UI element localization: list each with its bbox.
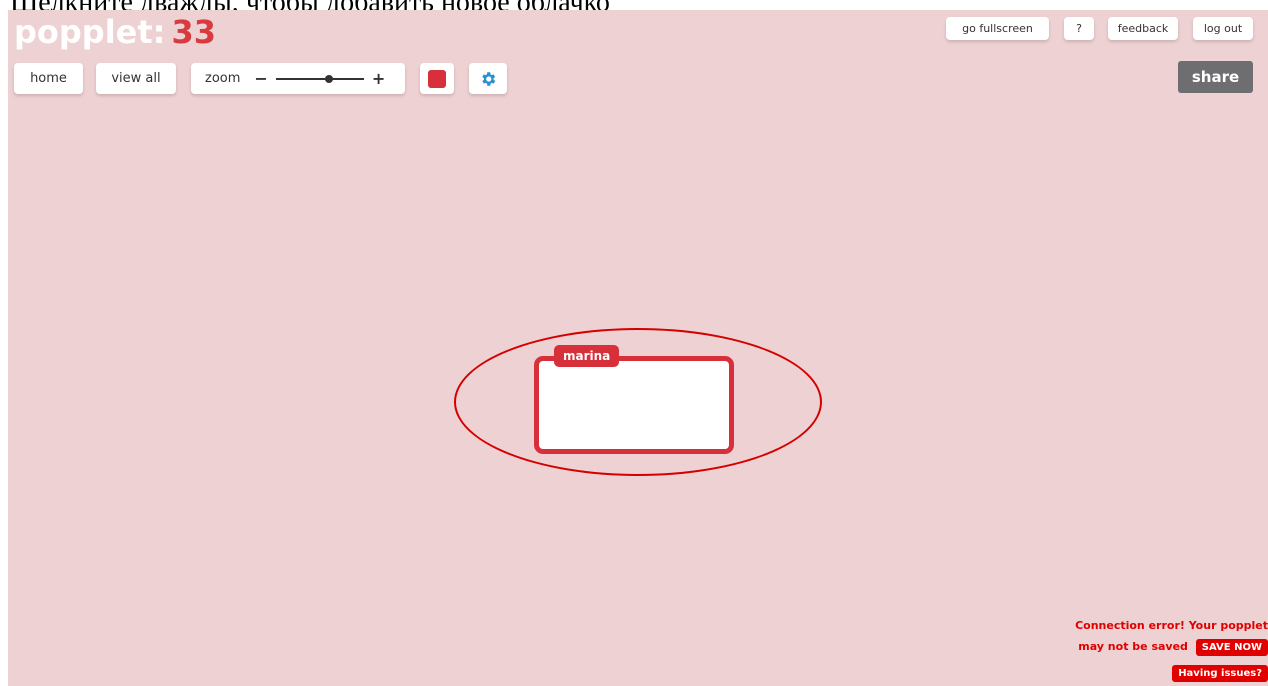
zoom-slider[interactable] — [275, 74, 364, 83]
zoom-label: zoom — [205, 71, 241, 86]
connection-error-text: Connection error! Your popplet — [1075, 619, 1268, 632]
logo-separator: : — [152, 13, 166, 51]
zoom-out-button[interactable]: − — [254, 69, 267, 88]
connection-error-text-2: may not be saved — [1078, 640, 1188, 653]
logo-name: popplet — [14, 13, 153, 51]
zoom-in-button[interactable]: + — [372, 69, 385, 88]
connection-error-row: may not be saved SAVE NOW — [1078, 639, 1268, 656]
settings-button[interactable] — [469, 63, 507, 94]
having-issues-button[interactable]: Having issues? — [1172, 665, 1268, 682]
gear-icon — [482, 71, 496, 86]
color-picker-button[interactable] — [420, 63, 454, 94]
go-fullscreen-button[interactable]: go fullscreen — [946, 17, 1049, 40]
home-button[interactable]: home — [14, 63, 83, 94]
popplet-canvas[interactable]: popplet: 33 go fullscreen ? feedback log … — [8, 10, 1268, 686]
popple-box[interactable] — [534, 356, 734, 454]
share-button[interactable]: share — [1178, 61, 1253, 93]
save-now-button[interactable]: SAVE NOW — [1195, 639, 1268, 656]
view-all-button[interactable]: view all — [96, 63, 176, 94]
popple-author-tag: marina — [554, 345, 620, 367]
popplet-logo: popplet: 33 — [14, 12, 216, 52]
zoom-slider-handle[interactable] — [324, 74, 333, 83]
help-button[interactable]: ? — [1064, 17, 1094, 40]
popple-count: 33 — [171, 13, 216, 51]
feedback-button[interactable]: feedback — [1108, 17, 1178, 40]
log-out-button[interactable]: log out — [1193, 17, 1253, 40]
color-swatch-icon — [428, 69, 446, 88]
issues-row: Having issues? — [1172, 665, 1268, 682]
zoom-control: zoom − + — [191, 63, 405, 94]
